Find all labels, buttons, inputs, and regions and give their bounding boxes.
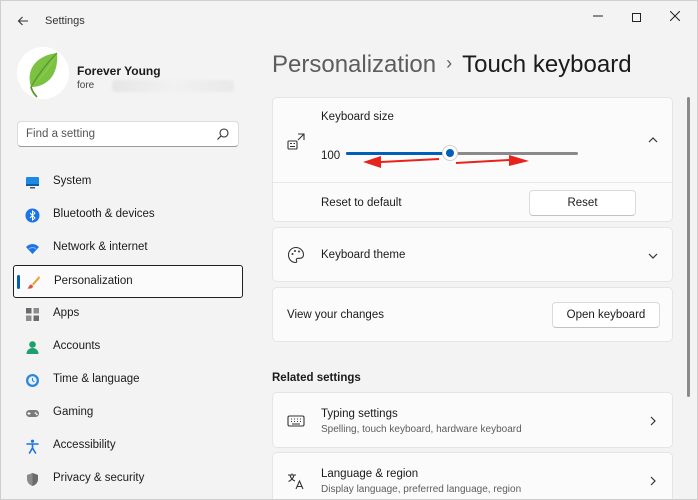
chevron-down-icon[interactable] <box>647 250 659 262</box>
leaf-avatar-icon <box>17 47 69 99</box>
sidebar-item-label: Privacy & security <box>53 472 145 484</box>
settings-window: Settings Forever Young fore Find a setti… <box>0 0 698 500</box>
shield-icon <box>27 473 38 486</box>
accessibility-icon <box>26 439 39 454</box>
language-region-card[interactable]: Language & region Display language, pref… <box>272 452 673 499</box>
right-arrow-annotation <box>456 155 529 166</box>
card-divider <box>273 182 672 183</box>
search-icon[interactable] <box>216 127 230 141</box>
chevron-right-icon[interactable] <box>647 475 659 487</box>
maximize-icon <box>631 13 641 23</box>
page-title: Touch keyboard <box>462 51 632 78</box>
maximize-button[interactable] <box>621 7 651 27</box>
chevron-right-icon[interactable] <box>647 415 659 427</box>
sidebar-item-system[interactable]: System <box>13 166 243 199</box>
profile-name: Forever Young <box>77 64 161 78</box>
keyboard-icon <box>287 415 305 427</box>
typing-settings-subtitle: Spelling, touch keyboard, hardware keybo… <box>321 424 522 435</box>
bluetooth-icon <box>25 208 40 223</box>
keyboard-theme-title: Keyboard theme <box>321 249 406 261</box>
breadcrumb: Personalization › Touch keyboard <box>272 51 632 79</box>
typing-settings-card[interactable]: Typing settings Spelling, touch keyboard… <box>272 392 673 448</box>
title-bar: Settings <box>1 1 697 41</box>
sidebar-item-label: Bluetooth & devices <box>53 208 155 220</box>
language-region-subtitle: Display language, preferred language, re… <box>321 484 522 495</box>
email-redaction <box>112 80 234 92</box>
apps-icon <box>26 308 39 321</box>
sidebar-item-label: Personalization <box>54 275 133 287</box>
breadcrumb-parent[interactable]: Personalization <box>272 51 436 78</box>
sidebar-item-label: Apps <box>53 307 80 319</box>
keyboard-theme-card[interactable]: Keyboard theme <box>272 227 673 282</box>
view-changes-card: View your changes Open keyboard <box>272 287 673 342</box>
language-icon <box>288 473 304 490</box>
typing-settings-title: Typing settings <box>321 408 398 420</box>
system-icon <box>26 177 39 189</box>
back-button[interactable] <box>13 11 33 31</box>
window-title: Settings <box>45 15 85 27</box>
minimize-icon <box>593 15 603 17</box>
chevron-up-icon[interactable] <box>647 134 659 146</box>
profile-email: fore <box>77 80 95 91</box>
reset-to-default-label: Reset to default <box>321 197 402 209</box>
sidebar-item-apps[interactable]: Apps <box>13 298 243 331</box>
search-input[interactable] <box>26 125 206 143</box>
avatar <box>17 47 69 99</box>
left-arrow-annotation <box>363 156 439 168</box>
sidebar-item-label: Time & language <box>53 373 140 385</box>
view-changes-label: View your changes <box>287 309 384 321</box>
related-settings-heading: Related settings <box>272 372 361 384</box>
reset-button[interactable]: Reset <box>529 190 636 216</box>
sidebar-item-bluetooth[interactable]: Bluetooth & devices <box>13 199 243 232</box>
scrollbar[interactable] <box>687 97 690 397</box>
back-arrow-icon <box>17 16 28 26</box>
sidebar-item-label: System <box>53 175 92 187</box>
palette-icon <box>287 246 305 264</box>
close-icon <box>669 10 681 22</box>
keyboard-size-title: Keyboard size <box>321 111 394 123</box>
sidebar-item-label: Accessibility <box>53 439 116 451</box>
sidebar-item-personalization[interactable]: Personalization <box>13 265 243 298</box>
sidebar-item-gaming[interactable]: Gaming <box>13 397 243 430</box>
globe-clock-icon <box>26 374 39 387</box>
gamepad-icon <box>26 410 39 417</box>
sidebar-item-privacy-security[interactable]: Privacy & security <box>13 463 243 496</box>
sidebar-item-label: Network & internet <box>53 241 148 253</box>
close-button[interactable] <box>660 7 690 27</box>
sidebar-item-time-language[interactable]: Time & language <box>13 364 243 397</box>
brush-icon <box>27 276 40 289</box>
sidebar-item-label: Gaming <box>53 406 94 418</box>
keyboard-resize-icon <box>287 133 305 150</box>
sidebar-item-label: Accounts <box>53 340 101 352</box>
sidebar-item-network[interactable]: Network & internet <box>13 232 243 265</box>
breadcrumb-separator: › <box>446 53 453 73</box>
sidebar-item-accessibility[interactable]: Accessibility <box>13 430 243 463</box>
network-icon <box>26 244 39 254</box>
search-box <box>17 121 239 147</box>
sidebar-item-accounts[interactable]: Accounts <box>13 331 243 364</box>
keyboard-size-value: 100 <box>321 150 341 162</box>
open-keyboard-button[interactable]: Open keyboard <box>552 302 660 328</box>
minimize-button[interactable] <box>583 7 613 27</box>
user-profile[interactable]: Forever Young fore <box>17 47 237 103</box>
annotation-arrows <box>363 155 529 168</box>
sidebar-nav: System Bluetooth & devices Network & int… <box>13 166 243 496</box>
language-region-title: Language & region <box>321 468 419 480</box>
accounts-icon <box>26 341 39 354</box>
